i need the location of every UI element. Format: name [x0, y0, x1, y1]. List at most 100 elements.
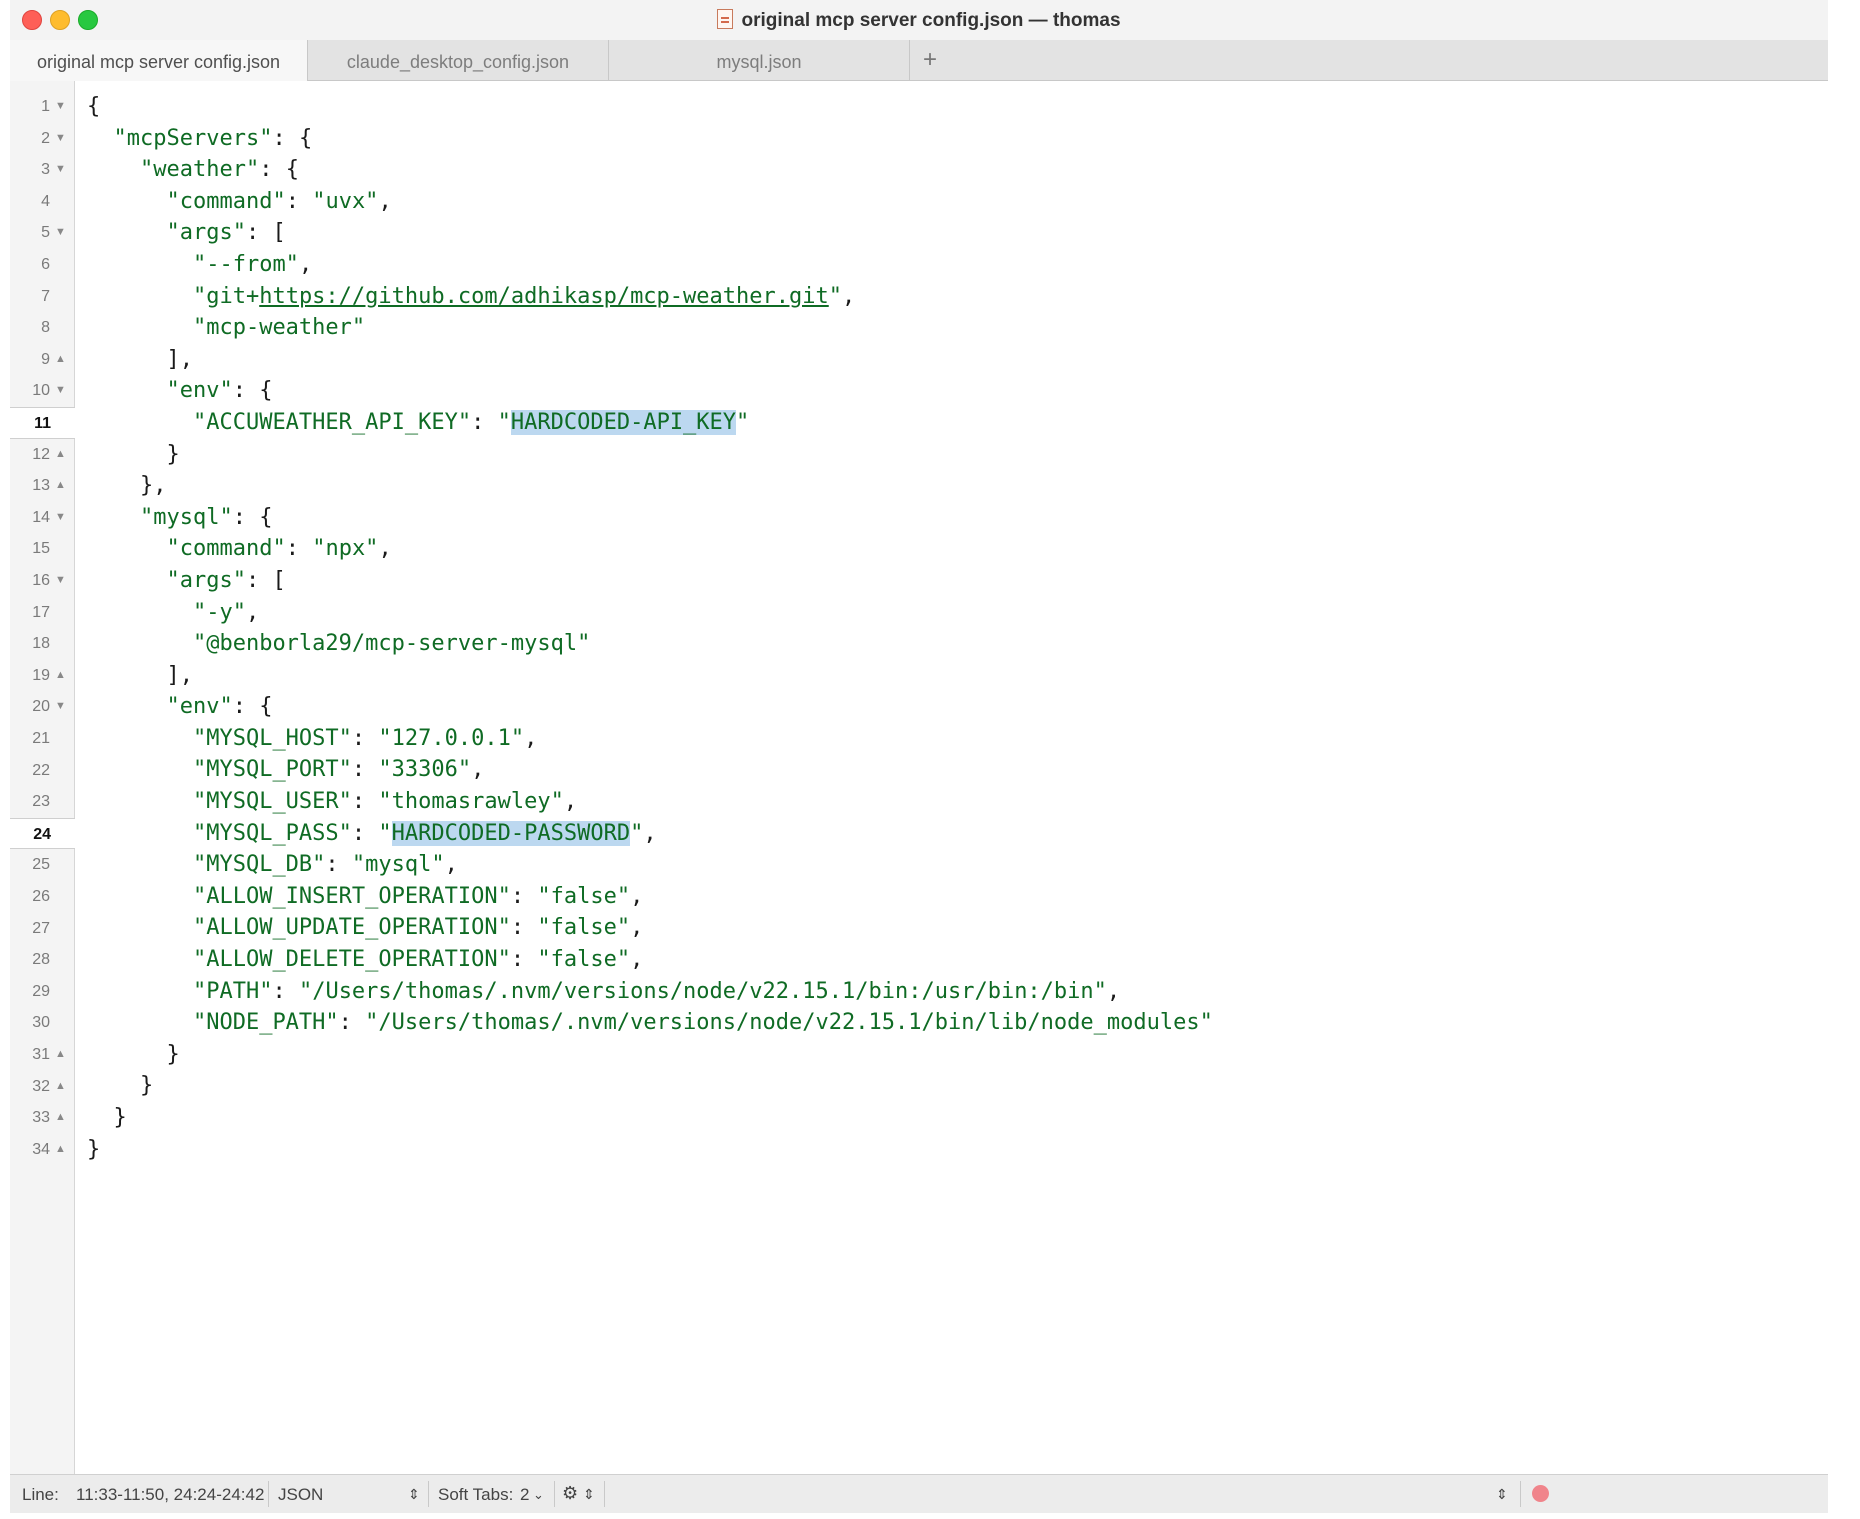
- line-number-12: 12 ▲: [10, 439, 74, 471]
- symbol-chevron-updown-icon[interactable]: ⇕: [1496, 1486, 1508, 1503]
- recording-indicator-icon[interactable]: [1532, 1485, 1549, 1502]
- line-number-6: 6: [10, 249, 74, 281]
- fold-collapse-icon[interactable]: ▼: [55, 375, 66, 407]
- selected-api-key-text[interactable]: HARDCODED-API_KEY: [510, 409, 737, 435]
- code-line-32: }: [139, 1073, 154, 1099]
- fold-collapse-icon[interactable]: ▼: [55, 217, 66, 249]
- line-number-text: 31: [32, 1046, 50, 1063]
- line-number-17: 17: [10, 597, 74, 629]
- code-line-1: {: [87, 94, 101, 119]
- settings-chevron-updown-icon[interactable]: ⇕: [583, 1486, 595, 1503]
- status-divider: [1520, 1481, 1521, 1507]
- line-number-text: 8: [41, 319, 50, 337]
- github-url-link[interactable]: https://github.com/adhikasp/mcp-weather.…: [259, 284, 829, 309]
- line-number-7: 7: [10, 281, 74, 313]
- line-number-text: 23: [32, 793, 50, 811]
- tab-original-mcp-server-config[interactable]: original mcp server config.json: [10, 40, 308, 81]
- fold-end-icon[interactable]: ▲: [55, 1071, 66, 1103]
- code-line-22: "MYSQL_PORT": "33306",: [192, 757, 485, 783]
- language-selector[interactable]: JSON: [278, 1485, 323, 1505]
- cursor-position-value[interactable]: 11:33-11:50, 24:24-24:42: [76, 1485, 264, 1505]
- fold-collapse-icon[interactable]: ▼: [55, 691, 66, 723]
- line-number-25: 25: [10, 849, 74, 881]
- line-number-29: 29: [10, 976, 74, 1008]
- line-number-text: 19: [32, 666, 50, 684]
- status-divider: [268, 1481, 269, 1507]
- line-number-4: 4: [10, 186, 74, 218]
- fold-end-icon[interactable]: ▲: [55, 344, 66, 376]
- soft-tabs-chevron-down-icon[interactable]: ⌄: [533, 1487, 544, 1503]
- code-line-14: "mysql": {: [139, 504, 273, 530]
- line-number-30: 30: [10, 1007, 74, 1039]
- selected-password-text[interactable]: HARDCODED-PASSWORD: [391, 820, 631, 846]
- line-number-text: 26: [32, 888, 50, 905]
- line-number-text: 10: [32, 382, 50, 400]
- language-chevron-updown-icon[interactable]: ⇕: [408, 1486, 420, 1503]
- json-document-icon: [717, 9, 734, 29]
- fold-end-icon[interactable]: ▲: [55, 1102, 66, 1134]
- line-number-text: 21: [32, 730, 50, 747]
- code-line-27: "ALLOW_UPDATE_OPERATION": "false",: [192, 915, 644, 941]
- line-number-text: 32: [32, 1077, 50, 1095]
- line-number-text: 9: [41, 350, 50, 368]
- line-number-13: 13 ▲: [10, 470, 74, 502]
- code-line-2: "mcpServers": {: [113, 125, 313, 151]
- line-number-text: 33: [32, 1109, 50, 1127]
- new-tab-plus-icon[interactable]: +: [910, 40, 950, 80]
- line-number-text: 28: [32, 951, 50, 969]
- fold-end-icon[interactable]: ▲: [55, 1039, 66, 1071]
- code-line-29: "PATH": "/Users/thomas/.nvm/versions/nod…: [192, 978, 1121, 1004]
- settings-gear-icon[interactable]: ⚙: [562, 1483, 578, 1504]
- fold-end-icon[interactable]: ▲: [55, 439, 66, 471]
- fold-end-icon[interactable]: ▲: [55, 470, 66, 502]
- soft-tabs-value[interactable]: 2: [520, 1485, 529, 1505]
- line-number-14: 14 ▼: [10, 502, 74, 534]
- code-line-17: "-y",: [192, 599, 260, 625]
- tab-claude-desktop-config[interactable]: claude_desktop_config.json: [308, 40, 609, 80]
- code-line-6: "--from",: [192, 251, 313, 277]
- code-line-20: "env": {: [166, 694, 273, 720]
- title-bar[interactable]: original mcp server config.json — thomas: [10, 0, 1828, 40]
- code-line-18: "@benborla29/mcp-server-mysql": [192, 631, 591, 657]
- code-line-9: ],: [166, 346, 193, 372]
- code-line-31: }: [166, 1041, 180, 1067]
- tab-mysql-json[interactable]: mysql.json: [609, 40, 910, 80]
- code-line-8: "mcp-weather": [192, 315, 366, 341]
- line-number-22: 22: [10, 755, 74, 787]
- line-number-text: 34: [32, 1140, 50, 1158]
- line-number-text: 17: [32, 603, 50, 621]
- line-number-text: 24: [33, 825, 51, 843]
- cursor-position-label: Line:: [22, 1485, 59, 1504]
- line-number-31: 31 ▲: [10, 1039, 74, 1071]
- line-number-21: 21: [10, 723, 74, 755]
- line-number-text: 3: [41, 161, 50, 179]
- line-number-20: 20 ▼: [10, 691, 74, 723]
- fold-end-icon[interactable]: ▲: [55, 1134, 66, 1166]
- line-number-text: 13: [32, 477, 50, 495]
- code-line-28: "ALLOW_DELETE_OPERATION": "false",: [192, 947, 644, 973]
- fold-collapse-icon[interactable]: ▼: [55, 565, 66, 597]
- fold-collapse-icon[interactable]: ▼: [55, 502, 66, 534]
- code-area[interactable]: { "mcpServers": { "weather": { "command"…: [87, 91, 1828, 1165]
- fold-collapse-icon[interactable]: ▼: [55, 91, 66, 123]
- line-number-3: 3 ▼: [10, 154, 74, 186]
- soft-tabs-label: Soft Tabs:: [438, 1485, 514, 1504]
- code-line-12: }: [166, 441, 180, 467]
- line-number-33: 33 ▲: [10, 1102, 74, 1134]
- code-line-21: "MYSQL_HOST": "127.0.0.1",: [192, 725, 538, 751]
- line-number-23: 23: [10, 786, 74, 818]
- line-number-text: 29: [32, 982, 50, 1000]
- line-number-text: 22: [32, 761, 50, 779]
- line-number-text: 16: [32, 572, 50, 589]
- line-number-19: 19 ▲: [10, 660, 74, 692]
- fold-end-icon[interactable]: ▲: [55, 660, 66, 692]
- line-number-10: 10 ▼: [10, 375, 74, 407]
- line-number-text: 2: [41, 129, 50, 147]
- code-editor[interactable]: 1 ▼ 2 ▼ 3 ▼ 4 5 ▼ 6 7 8 9 ▲ 10 ▼ 11 12 ▲ 13 ▲ 14 ▼ 15 16 ▼ 17 18 19 ▲…: [10, 81, 1828, 1474]
- line-number-text: 12: [32, 445, 50, 463]
- line-number-34: 34 ▲: [10, 1134, 74, 1166]
- fold-collapse-icon[interactable]: ▼: [55, 154, 66, 186]
- fold-collapse-icon[interactable]: ▼: [55, 123, 66, 155]
- code-line-5: "args": [: [166, 220, 286, 246]
- code-line-24: "MYSQL_PASS": "HARDCODED-PASSWORD",: [192, 820, 657, 846]
